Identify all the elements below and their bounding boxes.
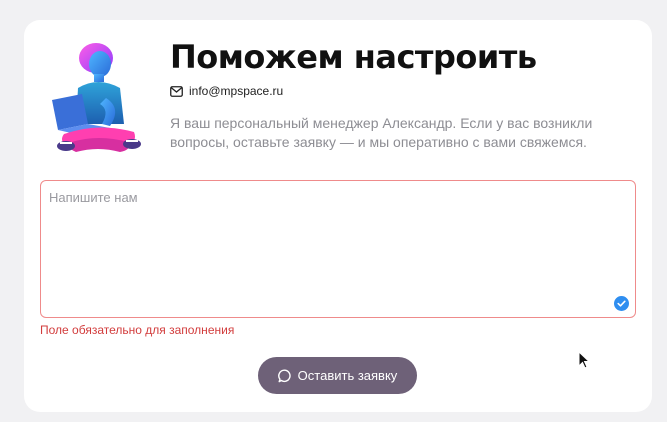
mouse-cursor-icon (578, 351, 590, 369)
page-title: Поможем настроить (170, 38, 537, 76)
contact-card: Поможем настроить info@mpspace.ru Я ваш … (24, 20, 652, 412)
message-input[interactable] (41, 181, 635, 317)
email-contact[interactable]: info@mpspace.ru (170, 84, 283, 98)
email-address[interactable]: info@mpspace.ru (189, 84, 283, 98)
submit-request-button[interactable]: Оставить заявку (258, 357, 417, 394)
envelope-icon (170, 85, 183, 97)
chat-bubble-icon (277, 369, 291, 382)
submit-button-label: Оставить заявку (297, 368, 398, 383)
manager-description: Я ваш персональный менеджер Александр. Е… (170, 115, 593, 150)
check-circle-icon (614, 296, 629, 311)
message-field[interactable] (40, 180, 636, 318)
manager-illustration (52, 43, 141, 152)
validation-error: Поле обязательно для заполнения (40, 323, 235, 337)
